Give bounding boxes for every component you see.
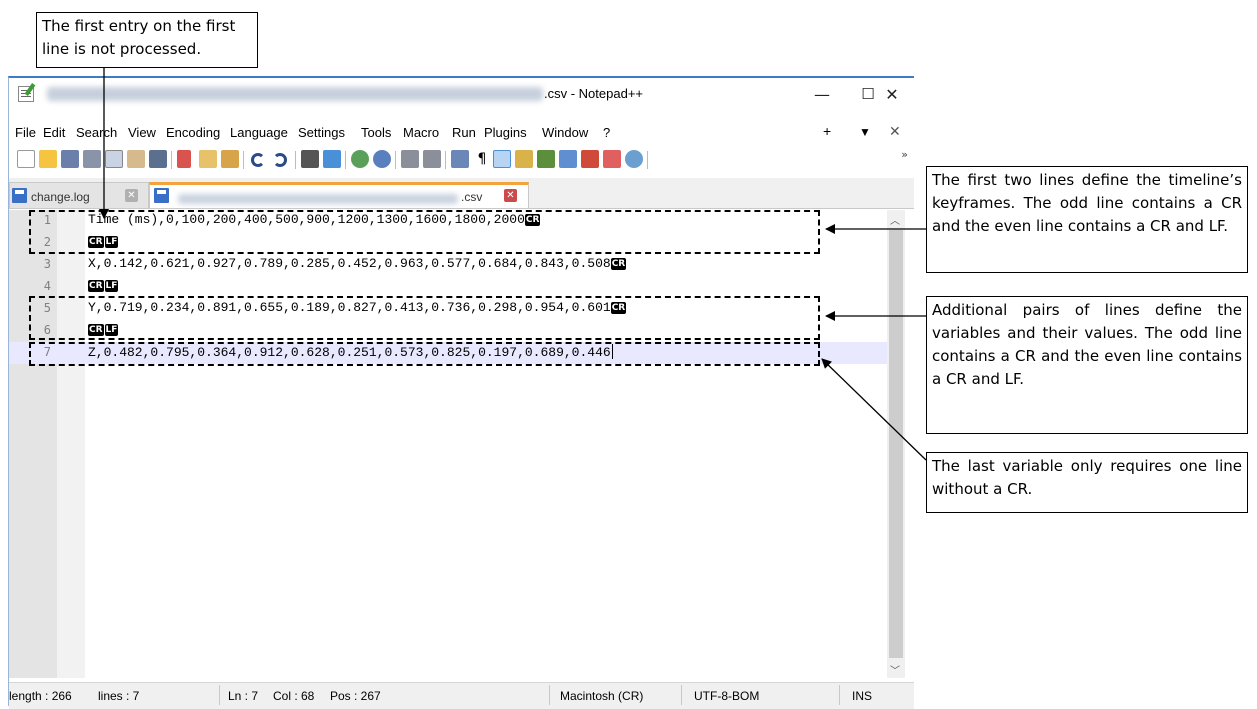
- annotation-arrows: [99, 68, 927, 461]
- arrow-last-variable: [821, 358, 927, 461]
